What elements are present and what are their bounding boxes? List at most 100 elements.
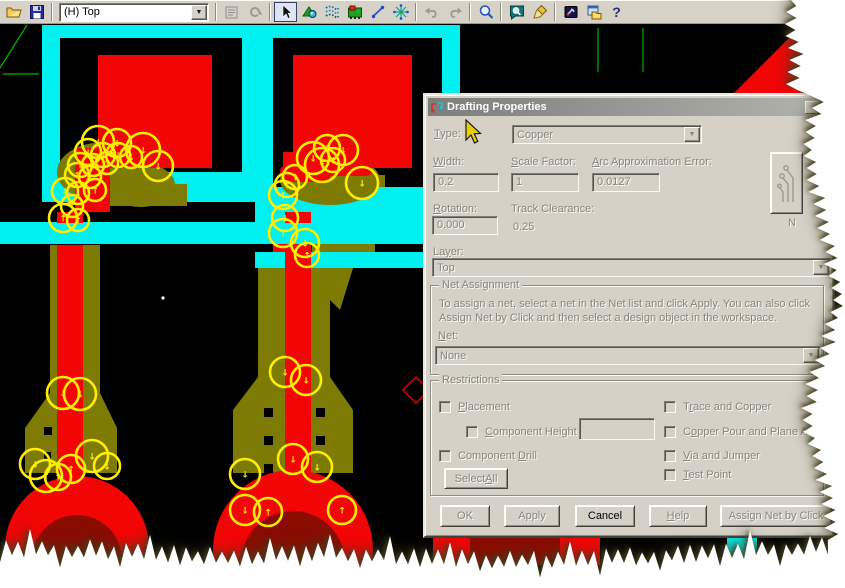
copper-pour-checkbox[interactable] (664, 426, 676, 438)
svg-text:↓: ↓ (76, 391, 84, 401)
toolbar-separator (51, 3, 53, 21)
type-value: Copper (517, 128, 554, 141)
toolbar-separator (469, 3, 471, 21)
test-point-checkbox[interactable] (664, 469, 676, 481)
save-button[interactable] (25, 2, 48, 22)
help-icon: ? (612, 4, 621, 20)
component-height-checkbox[interactable] (466, 426, 478, 438)
svg-text:↑: ↑ (338, 507, 346, 517)
open-folder-icon (5, 7, 22, 18)
net-combobox[interactable]: None ▼ (435, 346, 821, 365)
paintbrush-button[interactable] (528, 2, 551, 22)
close-button[interactable] (822, 100, 834, 114)
restrictions-group: Restrictions Placement Trace and Copper … (430, 374, 824, 496)
chevron-down-icon[interactable]: ▼ (191, 4, 207, 20)
component-height-field[interactable] (579, 418, 655, 440)
component-height-label: Component Height (485, 426, 577, 438)
ok-button[interactable]: OK (440, 505, 490, 527)
select-all-button[interactable]: Select All (444, 468, 508, 489)
route-dots-icon (325, 5, 339, 19)
rats-nest-icon (392, 4, 409, 20)
svg-text:↓: ↓ (154, 163, 162, 173)
net-query-button[interactable] (505, 2, 528, 22)
arc-error-field[interactable]: 0.0127 (592, 173, 660, 192)
svg-text:↓: ↓ (241, 471, 249, 481)
zoom-button[interactable] (474, 2, 497, 22)
svg-text:↓: ↓ (313, 464, 321, 474)
component-drill-label: Component Drill (458, 450, 537, 462)
track-clearance-value: 0.25 (513, 221, 535, 233)
type-combobox[interactable]: Copper ▼ (512, 125, 702, 144)
rotation-label: Rotation: (433, 203, 478, 215)
rotation-field[interactable]: 0.000 (432, 216, 498, 235)
placement-checkbox[interactable] (439, 401, 451, 413)
add-line-button[interactable] (366, 2, 389, 22)
cancel-button[interactable]: Cancel (575, 505, 635, 527)
help-button[interactable]: Help (649, 505, 707, 527)
via-and-jumper-checkbox[interactable] (664, 450, 676, 462)
svg-text:↑: ↑ (59, 215, 67, 225)
properties-button[interactable] (220, 2, 243, 22)
test-point-label: Test Point (683, 469, 732, 481)
cut-off-label-fragment: N (788, 217, 796, 229)
trace-and-copper-label: Trace and Copper (683, 401, 772, 413)
redo-button[interactable] (443, 2, 466, 22)
arc-error-label: Arc Approximation Error: (592, 156, 712, 168)
restrictions-legend: Restrictions (439, 374, 503, 386)
layer-combobox[interactable]: Top ▼ (432, 258, 831, 277)
undo-button[interactable] (420, 2, 443, 22)
svg-text:↓: ↓ (329, 157, 337, 167)
via-and-jumper-label: Via and Jumper (683, 450, 760, 462)
design-tools-icon (564, 6, 577, 18)
net-query-icon (509, 5, 524, 20)
project-explorer-icon (587, 5, 601, 20)
open-button[interactable] (2, 2, 25, 22)
trace-and-copper-checkbox[interactable] (664, 401, 676, 413)
minimize-button[interactable]: _ (805, 100, 820, 114)
select-mode-button[interactable] (274, 2, 297, 22)
svg-text:↓: ↓ (281, 369, 289, 379)
copper-pour-label: Copper Pour and Plane Area (683, 426, 824, 438)
svg-text:↑: ↑ (67, 466, 75, 476)
svg-text:↑: ↑ (103, 160, 111, 170)
chevron-down-icon[interactable]: ▼ (813, 260, 829, 275)
route-button[interactable] (320, 2, 343, 22)
redraw-button[interactable] (243, 2, 266, 22)
layer-label: Layer: (433, 246, 464, 258)
redraw-icon (249, 7, 262, 18)
main-toolbar: (H) Top ▼ ? (0, 0, 845, 24)
board-button[interactable] (343, 2, 366, 22)
net-assignment-legend: Net Assignment (439, 279, 523, 291)
undo-icon (424, 7, 437, 18)
apply-button[interactable]: Apply (504, 505, 560, 527)
paintbrush-icon (532, 4, 547, 19)
toolbar-separator (215, 3, 217, 21)
net-assignment-group: Net Assignment To assign a net, select a… (430, 279, 824, 375)
width-field[interactable]: 0.2 (433, 173, 499, 192)
design-tools-button[interactable] (559, 2, 582, 22)
chevron-down-icon[interactable]: ▼ (803, 348, 819, 363)
help-button[interactable]: ? (605, 2, 628, 22)
application-window: ↓ ↓ ↓ ↓ ↓ ↓ ↓ ↑ ↑ ↑ ↓ ↑ ↑ ↓ ↓ ↑ ↑ ↑ ↑ ↓ ↓ ↓ ↑ ↓ ↑ ↑ ↑ ↓ ↓ ↑ ↓ ↑ ↓ ↓ ↓ ↓ ↓ ↑ ↑ ↑… (0, 0, 845, 588)
rats-nest-button[interactable] (389, 2, 412, 22)
dialog-title-bar[interactable]: Drafting Properties _ (428, 98, 834, 116)
net-label: Net: (438, 330, 459, 342)
scale-factor-field[interactable]: 1 (511, 173, 579, 192)
drafting-properties-dialog: Drafting Properties _ Type: Copper ▼ Wid… (423, 93, 835, 538)
toolbar-separator (269, 3, 271, 21)
verify-design-button[interactable] (297, 2, 320, 22)
component-drill-checkbox[interactable] (439, 450, 451, 462)
assign-net-by-click-button[interactable]: Assign Net by Click (720, 505, 832, 527)
net-value: None (440, 349, 467, 362)
track-clearance-label: Track Clearance: (511, 203, 595, 215)
svg-text:↓: ↓ (241, 507, 249, 517)
drafting-icon (431, 102, 443, 113)
layer-combobox[interactable]: (H) Top ▼ (59, 2, 209, 22)
svg-text:↑: ↑ (264, 509, 272, 519)
properties-icon (225, 6, 237, 19)
svg-text:↑: ↑ (279, 230, 287, 240)
project-explorer-button[interactable] (582, 2, 605, 22)
chevron-down-icon[interactable]: ▼ (684, 127, 700, 142)
svg-text:↓: ↓ (103, 463, 111, 473)
preview-button[interactable] (770, 152, 803, 214)
